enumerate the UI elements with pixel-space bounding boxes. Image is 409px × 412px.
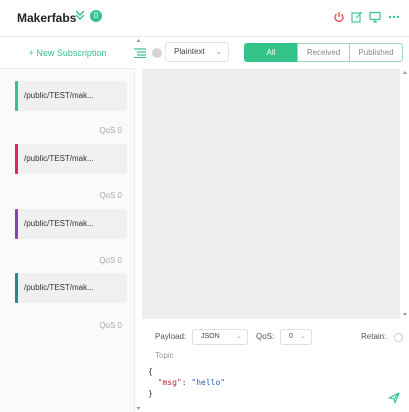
retain-label: Retain: bbox=[361, 332, 387, 341]
filter-received-tab[interactable]: Received bbox=[297, 43, 350, 62]
payload-key: "msg" bbox=[157, 378, 182, 387]
subscription-qos: QoS 0 bbox=[99, 256, 122, 265]
payload-format-select[interactable]: JSON ⌄ bbox=[192, 329, 248, 345]
status-dot bbox=[152, 48, 162, 58]
format-select[interactable]: Plaintext ⌄ bbox=[165, 42, 229, 62]
payload-editor[interactable]: { "msg": "hello" } bbox=[148, 366, 388, 410]
subscription-topic: /public/TEST/mak... bbox=[24, 91, 94, 100]
topic-input[interactable]: Topic bbox=[155, 351, 174, 360]
subscription-color-bar bbox=[15, 81, 18, 111]
edit-icon[interactable] bbox=[351, 11, 363, 23]
monitor-icon[interactable] bbox=[369, 11, 381, 23]
payload-value: "hello" bbox=[191, 378, 226, 387]
subscription-item[interactable]: /public/TEST/mak... bbox=[15, 209, 127, 239]
payload-label: Payload: bbox=[155, 332, 187, 341]
message-scrollbar[interactable] bbox=[401, 69, 409, 319]
filter-published-tab[interactable]: Published bbox=[349, 43, 403, 62]
chevron-down-icon: ⌄ bbox=[215, 47, 222, 56]
subscription-item[interactable]: /public/TEST/mak... bbox=[15, 144, 127, 174]
subscription-topic: /public/TEST/mak... bbox=[24, 219, 94, 228]
message-list bbox=[142, 69, 400, 319]
subscription-item[interactable]: /public/TEST/mak... bbox=[15, 273, 127, 303]
send-icon[interactable] bbox=[388, 392, 400, 404]
payload-line: } bbox=[148, 389, 153, 398]
qos-value: 0 bbox=[289, 333, 293, 340]
subscription-topic: /public/TEST/mak... bbox=[24, 154, 94, 163]
retain-checkbox[interactable] bbox=[394, 333, 403, 342]
filter-all-tab[interactable]: All bbox=[244, 43, 298, 62]
subscription-topic: /public/TEST/mak... bbox=[24, 283, 94, 292]
list-toggle-icon[interactable] bbox=[134, 48, 146, 58]
payload-line: "msg": "hello" bbox=[157, 378, 226, 387]
payload-format-value: JSON bbox=[201, 333, 220, 340]
subscription-panel: + New Subscription /public/TEST/mak... Q… bbox=[0, 37, 135, 412]
subscription-item[interactable]: /public/TEST/mak... bbox=[15, 81, 127, 111]
app-header: Makerfabs 0 bbox=[0, 0, 409, 37]
new-subscription-button[interactable]: + New Subscription bbox=[0, 37, 135, 69]
connection-count-badge: 0 bbox=[90, 10, 102, 22]
qos-label: QoS: bbox=[256, 332, 275, 341]
connection-title: Makerfabs bbox=[17, 11, 77, 25]
chevron-double-down-icon[interactable] bbox=[73, 8, 87, 22]
more-icon[interactable] bbox=[388, 11, 400, 23]
subscription-color-bar bbox=[15, 273, 18, 303]
subscription-qos: QoS 0 bbox=[99, 321, 122, 330]
chevron-down-icon: ⌄ bbox=[236, 333, 242, 340]
subscription-qos: QoS 0 bbox=[99, 191, 122, 200]
qos-select[interactable]: 0 ⌄ bbox=[280, 329, 312, 345]
power-icon[interactable] bbox=[333, 11, 345, 23]
subscription-color-bar bbox=[15, 144, 18, 174]
subscription-scrollbar[interactable] bbox=[136, 38, 141, 412]
subscription-qos: QoS 0 bbox=[99, 126, 122, 135]
payload-line: { bbox=[148, 367, 153, 376]
subscription-color-bar bbox=[15, 209, 18, 239]
chevron-down-icon: ⌄ bbox=[300, 333, 306, 340]
format-select-value: Plaintext bbox=[174, 47, 205, 56]
